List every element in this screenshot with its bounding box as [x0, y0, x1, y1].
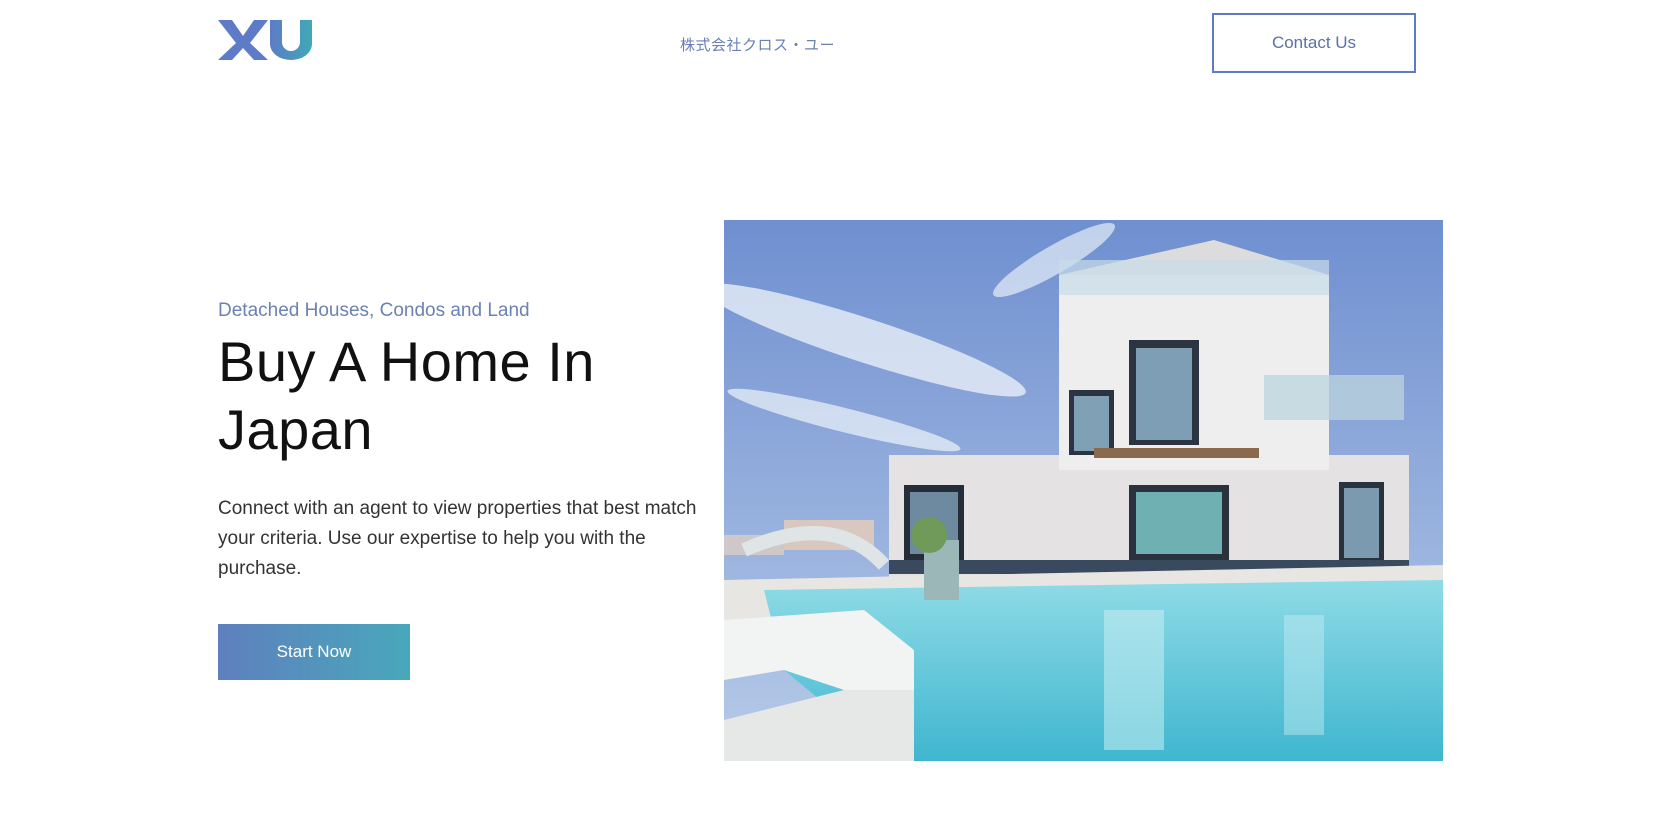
- company-name: 株式会社クロス・ユー: [680, 37, 836, 54]
- hero-text-block: Detached Houses, Condos and Land Buy A H…: [218, 300, 698, 680]
- hero-house-image: [724, 220, 1443, 761]
- start-now-button[interactable]: Start Now: [218, 624, 410, 680]
- hero-description: Connect with an agent to view properties…: [218, 498, 697, 579]
- hero-eyebrow: Detached Houses, Condos and Land: [218, 300, 530, 321]
- xu-logo[interactable]: [218, 16, 312, 64]
- hero-headline-line1: Buy A Home In: [218, 330, 595, 393]
- contact-us-button[interactable]: Contact Us: [1212, 13, 1416, 73]
- hero-headline: Buy A Home In Japan: [218, 328, 698, 464]
- hero-headline-line2: Japan: [218, 398, 374, 461]
- site-header: 株式会社クロス・ユー Contact Us: [0, 0, 1667, 90]
